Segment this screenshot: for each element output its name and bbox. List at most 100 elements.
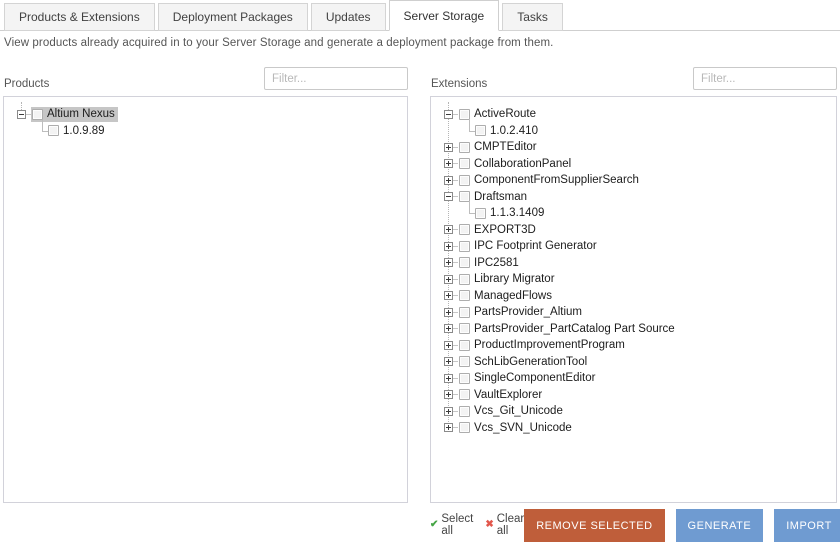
- tree-node-label[interactable]: SingleComponentEditor: [474, 372, 595, 384]
- expand-toggle-icon[interactable]: [444, 308, 453, 317]
- tree-node-label[interactable]: EXPORT3D: [474, 224, 536, 236]
- import-button[interactable]: IMPORT: [774, 509, 840, 542]
- expand-toggle-icon[interactable]: [444, 242, 453, 251]
- tree-node-label[interactable]: ActiveRoute: [474, 108, 536, 120]
- tree-node-content[interactable]: ProductImprovementProgram: [458, 338, 628, 353]
- tree-node-label[interactable]: SchLibGenerationTool: [474, 356, 587, 368]
- tree-node-content[interactable]: CMPTEditor: [458, 140, 540, 155]
- tree-node-label[interactable]: PartsProvider_PartCatalog Part Source: [474, 323, 675, 335]
- node-checkbox[interactable]: [475, 125, 486, 136]
- action-buttons: REMOVE SELECTED GENERATE IMPORT: [524, 509, 840, 542]
- tree-node-label[interactable]: Library Migrator: [474, 273, 555, 285]
- products-filter-input[interactable]: [264, 67, 408, 90]
- node-checkbox[interactable]: [459, 224, 470, 235]
- tree-node-label[interactable]: ComponentFromSupplierSearch: [474, 174, 639, 186]
- remove-selected-button[interactable]: REMOVE SELECTED: [524, 509, 664, 542]
- extensions-filter-input[interactable]: [693, 67, 837, 90]
- tab-deployment-packages[interactable]: Deployment Packages: [158, 3, 308, 31]
- tree-node-version: 1.1.3.1409: [469, 205, 836, 222]
- tree-node-content[interactable]: IPC Footprint Generator: [458, 239, 600, 254]
- expand-toggle-icon[interactable]: [444, 341, 453, 350]
- tree-node-label[interactable]: 1.0.9.89: [63, 125, 105, 137]
- expand-toggle-icon[interactable]: [444, 423, 453, 432]
- tab-products-extensions[interactable]: Products & Extensions: [4, 3, 155, 31]
- tree-node-label[interactable]: Draftsman: [474, 191, 527, 203]
- node-checkbox[interactable]: [459, 175, 470, 186]
- expand-toggle-icon[interactable]: [444, 275, 453, 284]
- node-checkbox[interactable]: [48, 125, 59, 136]
- tab-server-storage[interactable]: Server Storage: [389, 0, 500, 31]
- expand-toggle-icon[interactable]: [444, 159, 453, 168]
- tree-node-label[interactable]: VaultExplorer: [474, 389, 542, 401]
- server-storage-page: Products & ExtensionsDeployment Packages…: [0, 0, 840, 547]
- tree-node-content[interactable]: Vcs_Git_Unicode: [458, 404, 566, 419]
- tree-node-content[interactable]: PartsProvider_Altium: [458, 305, 585, 320]
- expand-toggle-icon[interactable]: [444, 258, 453, 267]
- tree-node-label[interactable]: IPC Footprint Generator: [474, 240, 597, 252]
- node-checkbox[interactable]: [32, 109, 43, 120]
- tree-node-content[interactable]: 1.0.9.89: [47, 123, 108, 138]
- tab-tasks[interactable]: Tasks: [502, 3, 563, 31]
- node-checkbox[interactable]: [459, 373, 470, 384]
- node-checkbox[interactable]: [459, 406, 470, 417]
- node-checkbox[interactable]: [459, 290, 470, 301]
- node-checkbox[interactable]: [459, 307, 470, 318]
- select-all-link[interactable]: ✔ Select all: [430, 513, 473, 537]
- collapse-toggle-icon[interactable]: [444, 110, 453, 119]
- tree-node-content[interactable]: CollaborationPanel: [458, 156, 574, 171]
- tab-updates[interactable]: Updates: [311, 3, 386, 31]
- tree-node-label[interactable]: Altium Nexus: [47, 108, 115, 120]
- node-checkbox[interactable]: [459, 340, 470, 351]
- tree-node-label[interactable]: PartsProvider_Altium: [474, 306, 582, 318]
- tree-node-content[interactable]: Library Migrator: [458, 272, 558, 287]
- expand-toggle-icon[interactable]: [444, 176, 453, 185]
- collapse-toggle-icon[interactable]: [17, 110, 26, 119]
- node-checkbox[interactable]: [459, 241, 470, 252]
- tree-node-content[interactable]: Vcs_SVN_Unicode: [458, 420, 575, 435]
- expand-toggle-icon[interactable]: [444, 374, 453, 383]
- expand-toggle-icon[interactable]: [444, 324, 453, 333]
- expand-toggle-icon[interactable]: [444, 407, 453, 416]
- expand-toggle-icon[interactable]: [444, 143, 453, 152]
- expand-toggle-icon[interactable]: [444, 357, 453, 366]
- collapse-toggle-icon[interactable]: [444, 192, 453, 201]
- node-checkbox[interactable]: [459, 257, 470, 268]
- tree-node-content[interactable]: ComponentFromSupplierSearch: [458, 173, 642, 188]
- node-checkbox[interactable]: [459, 389, 470, 400]
- extensions-panel: Extensions ActiveRoute1.0.2.410CMPTEdito…: [430, 62, 837, 503]
- tree-node: Altium Nexus: [4, 106, 407, 123]
- tree-node-content[interactable]: SingleComponentEditor: [458, 371, 598, 386]
- node-checkbox[interactable]: [459, 191, 470, 202]
- tree-node-label[interactable]: ProductImprovementProgram: [474, 339, 625, 351]
- clear-all-link[interactable]: ✖ Clear all: [485, 513, 524, 537]
- tree-node-label[interactable]: ManagedFlows: [474, 290, 552, 302]
- generate-button[interactable]: GENERATE: [676, 509, 764, 542]
- tree-node-label[interactable]: Vcs_SVN_Unicode: [474, 422, 572, 434]
- node-checkbox[interactable]: [459, 142, 470, 153]
- expand-toggle-icon[interactable]: [444, 390, 453, 399]
- tree-node-label[interactable]: CMPTEditor: [474, 141, 537, 153]
- tree-node-content[interactable]: EXPORT3D: [458, 222, 539, 237]
- node-checkbox[interactable]: [475, 208, 486, 219]
- tree-node-content[interactable]: SchLibGenerationTool: [458, 354, 590, 369]
- node-checkbox[interactable]: [459, 323, 470, 334]
- tree-node: Draftsman: [431, 189, 836, 206]
- tree-node-label[interactable]: Vcs_Git_Unicode: [474, 405, 563, 417]
- node-checkbox[interactable]: [459, 158, 470, 169]
- tree-node-content[interactable]: VaultExplorer: [458, 387, 545, 402]
- node-checkbox[interactable]: [459, 422, 470, 433]
- node-checkbox[interactable]: [459, 356, 470, 367]
- tree-node-content[interactable]: ManagedFlows: [458, 288, 555, 303]
- tree-node-label[interactable]: 1.0.2.410: [490, 125, 538, 137]
- tree-node-content[interactable]: 1.1.3.1409: [474, 206, 547, 221]
- node-checkbox[interactable]: [459, 109, 470, 120]
- tree-node-label[interactable]: IPC2581: [474, 257, 519, 269]
- tree-node-content[interactable]: IPC2581: [458, 255, 522, 270]
- tree-node-label[interactable]: 1.1.3.1409: [490, 207, 544, 219]
- tree-node-content[interactable]: 1.0.2.410: [474, 123, 541, 138]
- node-checkbox[interactable]: [459, 274, 470, 285]
- expand-toggle-icon[interactable]: [444, 225, 453, 234]
- tree-node-label[interactable]: CollaborationPanel: [474, 158, 571, 170]
- tree-node-content[interactable]: PartsProvider_PartCatalog Part Source: [458, 321, 678, 336]
- expand-toggle-icon[interactable]: [444, 291, 453, 300]
